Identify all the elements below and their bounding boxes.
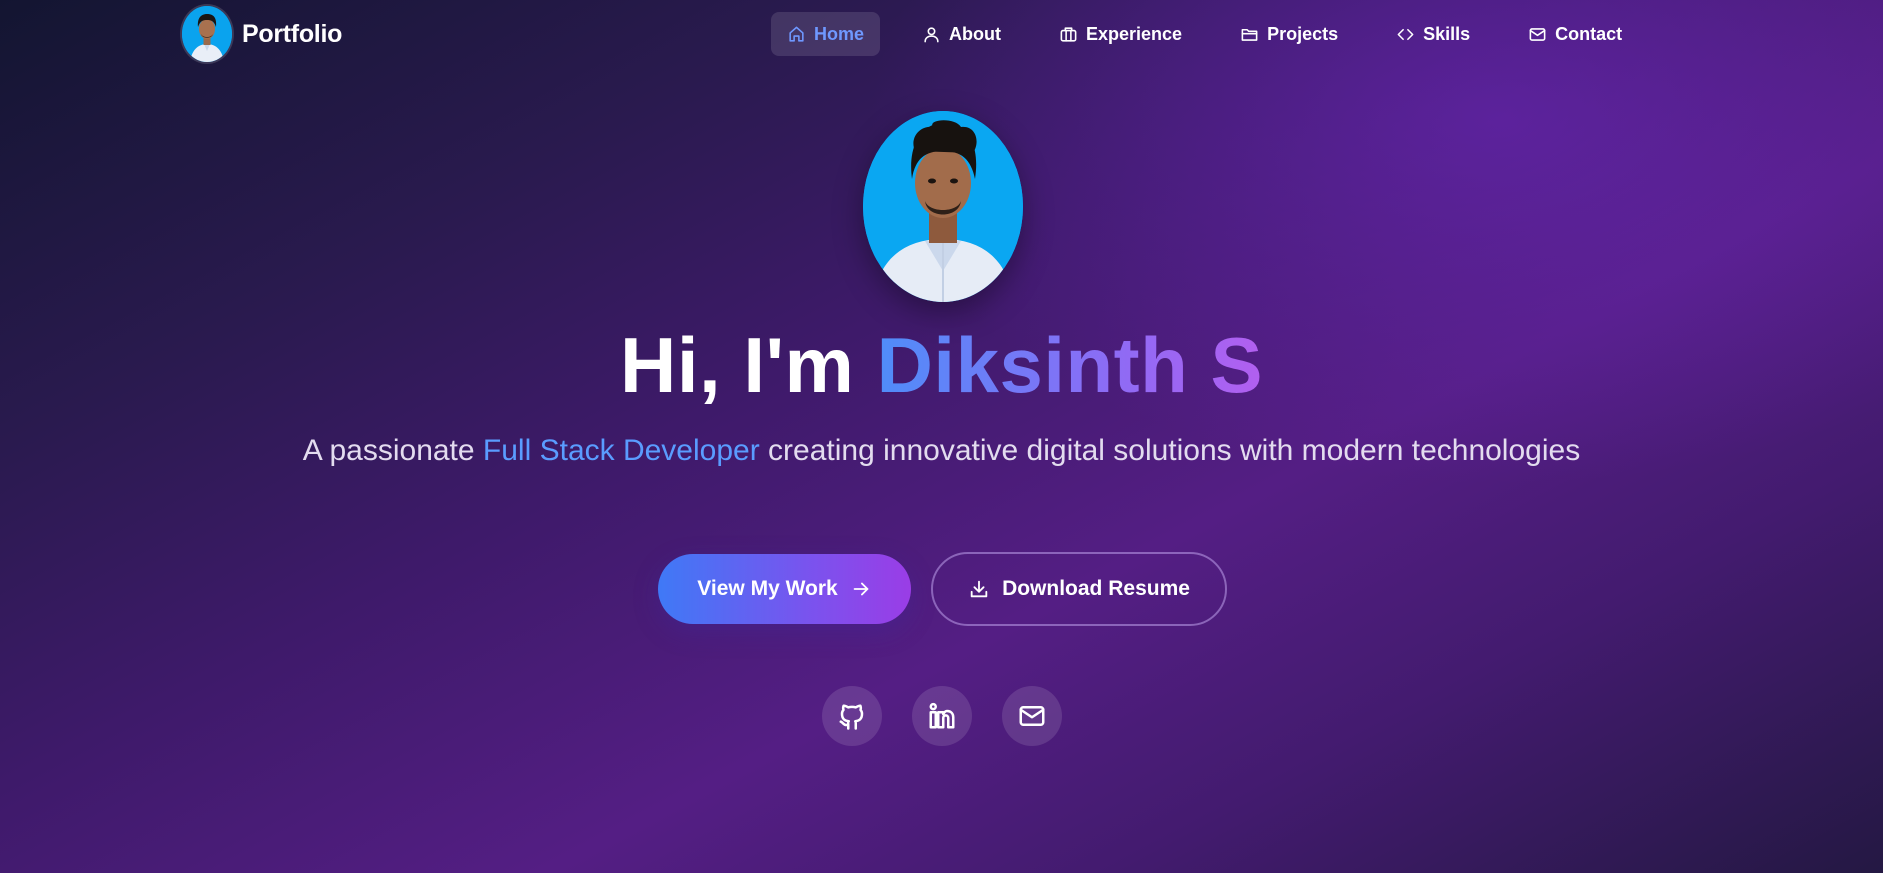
email-link[interactable] <box>1002 686 1062 746</box>
hero-subtitle: A passionate Full Stack Developer creati… <box>0 431 1883 471</box>
github-link[interactable] <box>822 686 882 746</box>
nav-item-skills[interactable]: Skills <box>1380 12 1486 56</box>
nav-item-about[interactable]: About <box>906 12 1017 56</box>
user-icon <box>924 26 939 42</box>
nav-item-label: Contact <box>1555 23 1623 44</box>
nav-item-experience[interactable]: Experience <box>1043 12 1198 56</box>
hero-subtitle-highlight: Full Stack Developer <box>482 434 760 467</box>
person-photo-icon <box>863 111 1023 302</box>
brand[interactable]: Portfolio <box>182 6 342 62</box>
hero-subtitle-prefix: A passionate <box>302 434 483 467</box>
nav-item-label: Projects <box>1267 23 1339 44</box>
profile-photo <box>863 111 1023 302</box>
code-icon <box>1397 28 1414 40</box>
linkedin-link[interactable] <box>912 686 972 746</box>
main-nav: Home About Experience Projects Skills Co… <box>771 12 1638 56</box>
hero-greeting: Hi, I'm <box>620 321 877 409</box>
mail-icon <box>1529 27 1546 41</box>
nav-item-contact[interactable]: Contact <box>1512 12 1638 56</box>
brand-title: Portfolio <box>242 19 343 48</box>
brand-avatar <box>182 6 232 62</box>
home-icon <box>789 26 804 42</box>
briefcase-icon <box>1060 26 1077 42</box>
download-resume-label: Download Resume <box>1002 577 1190 600</box>
nav-item-label: About <box>949 23 1001 44</box>
nav-item-projects[interactable]: Projects <box>1224 12 1354 56</box>
navbar: Portfolio Home About Experience Projects… <box>0 0 1883 68</box>
hero-name: Diksinth S <box>876 321 1263 409</box>
folder-icon <box>1241 28 1258 41</box>
nav-item-label: Experience <box>1086 23 1183 44</box>
download-icon <box>970 580 988 598</box>
linkedin-icon <box>929 702 955 729</box>
person-photo-icon <box>182 6 232 62</box>
nav-item-label: Home <box>814 23 865 44</box>
mail-icon <box>1019 706 1045 726</box>
nav-item-home[interactable]: Home <box>771 12 881 56</box>
github-icon <box>839 704 864 730</box>
arrow-right-icon <box>853 582 869 596</box>
nav-item-label: Skills <box>1423 23 1471 44</box>
download-resume-button[interactable]: Download Resume <box>931 552 1227 626</box>
view-my-work-label: View My Work <box>697 577 838 600</box>
hero-title: Hi, I'm Diksinth S <box>0 318 1883 412</box>
social-links <box>822 686 1062 746</box>
hero-subtitle-suffix: creating innovative digital solutions wi… <box>759 434 1581 467</box>
view-my-work-button[interactable]: View My Work <box>658 554 911 624</box>
